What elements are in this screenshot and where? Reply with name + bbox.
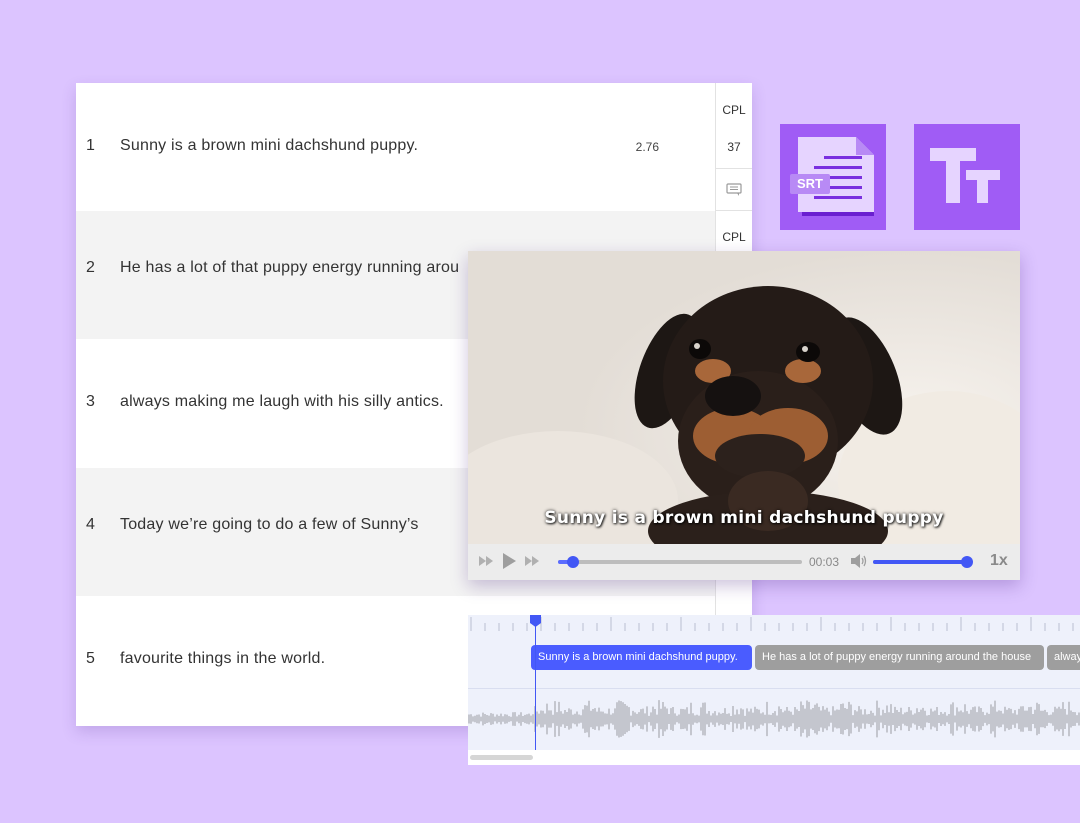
timeline-ruler[interactable] xyxy=(468,615,1080,636)
ruler-ticks xyxy=(470,617,1074,631)
subtitle-row[interactable]: 1 Sunny is a brown mini dachshund puppy.… xyxy=(76,83,716,211)
cpl-value: 37 xyxy=(727,140,741,154)
progress-bar[interactable] xyxy=(558,556,802,568)
subtitle-track: Sunny is a brown mini dachshund puppy. H… xyxy=(468,635,1080,689)
player-controls: 00:03 1x xyxy=(468,544,1020,580)
divider xyxy=(716,168,752,169)
subtitle-block[interactable]: alway xyxy=(1047,645,1080,670)
progress-handle[interactable] xyxy=(566,556,579,568)
puppy-video-image xyxy=(468,251,1020,544)
rewind-icon[interactable] xyxy=(478,553,494,574)
play-icon[interactable] xyxy=(501,552,517,575)
text-size-icon xyxy=(930,148,1000,203)
subtitle-text[interactable]: He has a lot of that puppy energy runnin… xyxy=(120,259,459,277)
timeline-scrollbar[interactable] xyxy=(468,750,1080,765)
fast-forward-icon[interactable] xyxy=(524,553,540,574)
audio-waveform xyxy=(468,689,1080,750)
timecode: 00:03 xyxy=(809,555,840,569)
subtitle-text[interactable]: always making me laugh with his silly an… xyxy=(120,393,444,411)
srt-file-tile[interactable]: SRT xyxy=(780,124,886,230)
subtitle-text[interactable]: Today we’re going to do a few of Sunny’s xyxy=(120,516,419,534)
divider xyxy=(716,210,752,211)
subtitle-text[interactable]: favourite things in the world. xyxy=(120,650,325,668)
row-number: 3 xyxy=(86,393,95,410)
video-player: Sunny is a brown mini dachshund puppy 00… xyxy=(468,251,1020,580)
playback-speed-button[interactable]: 1x xyxy=(990,552,1008,570)
volume-fill xyxy=(873,560,967,564)
text-style-tile[interactable] xyxy=(914,124,1020,230)
subtitle-block[interactable]: Sunny is a brown mini dachshund puppy. xyxy=(531,645,752,670)
cpl-label: CPL xyxy=(722,230,746,244)
video-caption: Sunny is a brown mini dachshund puppy xyxy=(544,508,944,528)
playhead-handle[interactable] xyxy=(530,615,541,627)
row-number: 4 xyxy=(86,516,95,533)
row-number: 1 xyxy=(86,137,95,154)
playhead-line xyxy=(535,621,536,750)
comment-icon[interactable] xyxy=(716,183,752,200)
subtitle-block[interactable]: He has a lot of puppy energy running aro… xyxy=(755,645,1044,670)
srt-label: SRT xyxy=(790,174,830,194)
row-number: 5 xyxy=(86,650,95,667)
volume-icon[interactable] xyxy=(850,553,868,574)
duration-value: 2.76 xyxy=(635,140,659,154)
scrollbar-thumb[interactable] xyxy=(470,755,533,760)
video-frame[interactable]: Sunny is a brown mini dachshund puppy xyxy=(468,251,1020,544)
cpl-label: CPL xyxy=(722,103,746,117)
timeline-editor: Sunny is a brown mini dachshund puppy. H… xyxy=(468,615,1080,765)
volume-slider[interactable] xyxy=(873,556,973,568)
row-number: 2 xyxy=(86,259,95,276)
subtitle-text[interactable]: Sunny is a brown mini dachshund puppy. xyxy=(120,137,418,155)
waveform-graphic xyxy=(468,700,1080,738)
volume-handle[interactable] xyxy=(961,556,973,568)
